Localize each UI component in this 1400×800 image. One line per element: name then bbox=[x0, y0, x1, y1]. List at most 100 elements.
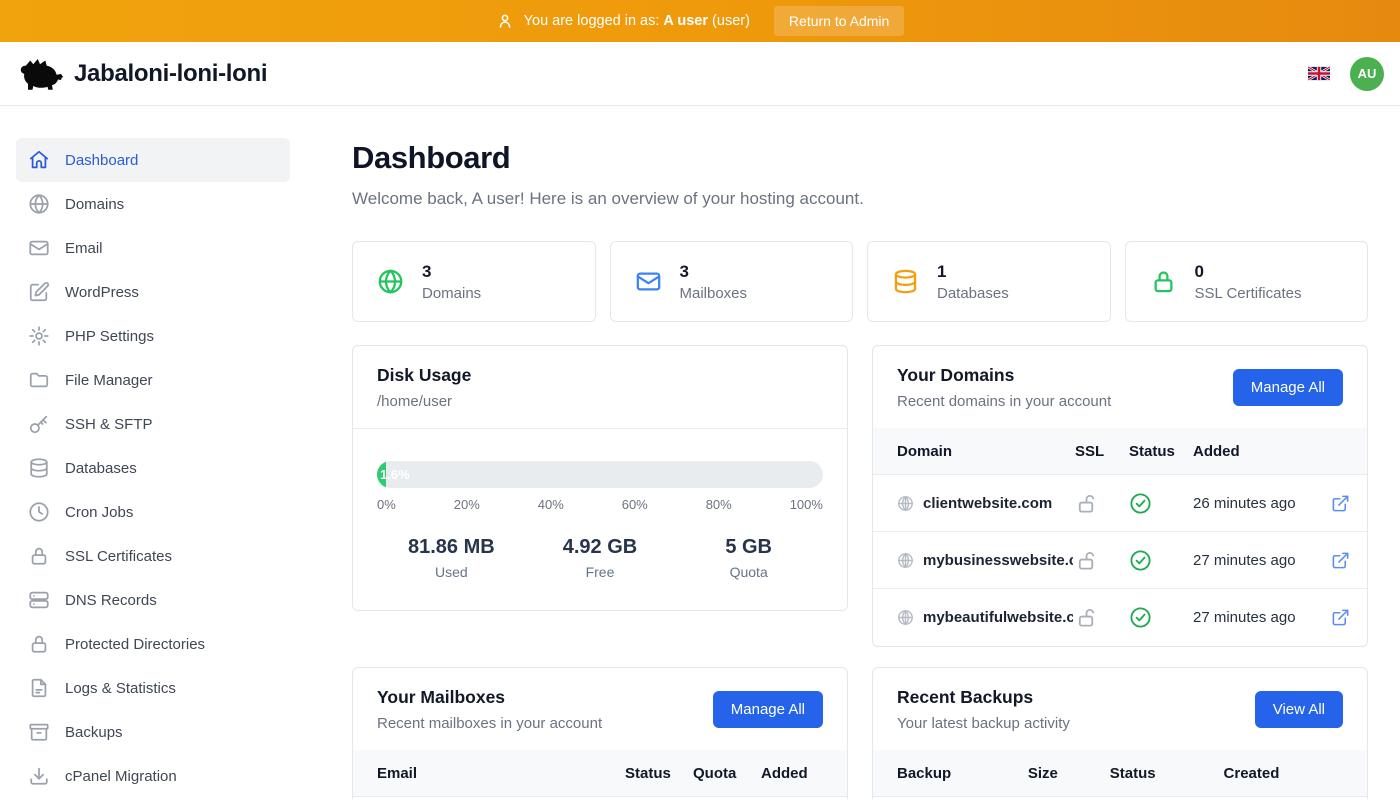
tick-label: 0% bbox=[377, 497, 396, 512]
external-link-icon[interactable] bbox=[1331, 608, 1353, 627]
disk-used: 81.86 MB Used bbox=[377, 536, 526, 580]
sidebar-item-file-manager[interactable]: File Manager bbox=[16, 358, 290, 402]
sidebar-item-dashboard[interactable]: Dashboard bbox=[16, 138, 290, 182]
sidebar-item-wordpress[interactable]: WordPress bbox=[16, 270, 290, 314]
lock-icon bbox=[1150, 268, 1177, 295]
mail-icon bbox=[28, 237, 50, 259]
sidebar-item-ssl-certificates[interactable]: SSL Certificates bbox=[16, 534, 290, 578]
sidebar-item-dns-records[interactable]: DNS Records bbox=[16, 578, 290, 622]
sidebar-item-backups[interactable]: Backups bbox=[16, 710, 290, 754]
sidebar-item-label: Domains bbox=[65, 196, 124, 213]
your-mailboxes-card: Your Mailboxes Recent mailboxes in your … bbox=[352, 667, 848, 799]
sidebar-item-databases[interactable]: Databases bbox=[16, 446, 290, 490]
ssl-unlock-icon bbox=[1075, 492, 1127, 515]
stat-value: 1 bbox=[937, 262, 1009, 282]
logged-in-message: You are logged in as: A user (user) bbox=[524, 13, 750, 29]
edit-icon bbox=[28, 281, 50, 303]
sidebar-item-label: cPanel Migration bbox=[65, 768, 177, 785]
sidebar-item-ssh-sftp[interactable]: SSH & SFTP bbox=[16, 402, 290, 446]
sidebar-item-label: SSH & SFTP bbox=[65, 416, 153, 433]
archive-icon bbox=[28, 721, 50, 743]
stat-card-mailboxes: 3 Mailboxes bbox=[610, 241, 854, 322]
sidebar-item-label: WordPress bbox=[65, 284, 139, 301]
backups-table-header: Backup Size Status Created bbox=[873, 750, 1367, 797]
ssl-unlock-icon bbox=[1075, 549, 1127, 572]
disk-progress-bar: 1.6% bbox=[377, 461, 823, 488]
your-mailboxes-title: Your Mailboxes bbox=[377, 687, 602, 708]
column-header: Quota bbox=[693, 765, 761, 782]
domain-name: mybusinesswebsite.com bbox=[923, 552, 1073, 569]
return-to-admin-button[interactable]: Return to Admin bbox=[774, 6, 904, 36]
stat-label: Domains bbox=[422, 285, 481, 302]
main-content: Dashboard Welcome back, A user! Here is … bbox=[305, 106, 1400, 799]
app-header: Jabaloni-loni-loni AU bbox=[0, 42, 1400, 106]
disk-free: 4.92 GB Free bbox=[526, 536, 675, 580]
domain-name: clientwebsite.com bbox=[923, 495, 1052, 512]
key-icon bbox=[28, 413, 50, 435]
sidebar-item-email[interactable]: Email bbox=[16, 226, 290, 270]
external-link-icon[interactable] bbox=[1331, 494, 1353, 513]
stat-cards: 3 Domains 3 Mailboxes 1 Databases bbox=[352, 241, 1368, 322]
sidebar-item-logs-statistics[interactable]: Logs & Statistics bbox=[16, 666, 290, 710]
sidebar-item-domains[interactable]: Domains bbox=[16, 182, 290, 226]
ssl-unlock-icon bbox=[1075, 606, 1127, 629]
tick-label: 60% bbox=[622, 497, 648, 512]
folder-icon bbox=[28, 369, 50, 391]
column-header: Email bbox=[377, 765, 625, 782]
database-icon bbox=[892, 268, 919, 295]
welcome-text: Welcome back, A user! Here is an overvie… bbox=[352, 189, 1368, 209]
sidebar-item-label: Databases bbox=[65, 460, 137, 477]
tick-label: 20% bbox=[454, 497, 480, 512]
sidebar-item-label: Email bbox=[65, 240, 103, 257]
sidebar: Dashboard Domains Email WordPress PHP Se… bbox=[0, 106, 305, 799]
disk-scale: 0% 20% 40% 60% 80% 100% bbox=[377, 497, 823, 512]
view-all-backups-button[interactable]: View All bbox=[1255, 691, 1343, 728]
your-domains-title: Your Domains bbox=[897, 365, 1111, 386]
domain-added: 27 minutes ago bbox=[1193, 609, 1329, 626]
recent-backups-subtitle: Your latest backup activity bbox=[897, 715, 1070, 732]
tick-label: 100% bbox=[790, 497, 823, 512]
column-header: Status bbox=[1110, 765, 1224, 782]
impersonation-banner: You are logged in as: A user (user) Retu… bbox=[0, 0, 1400, 42]
your-mailboxes-subtitle: Recent mailboxes in your account bbox=[377, 715, 602, 732]
sidebar-item-protected-directories[interactable]: Protected Directories bbox=[16, 622, 290, 666]
disk-usage-title: Disk Usage bbox=[377, 365, 823, 386]
globe-icon bbox=[897, 552, 914, 569]
manage-all-mailboxes-button[interactable]: Manage All bbox=[713, 691, 823, 728]
external-link-icon[interactable] bbox=[1331, 551, 1353, 570]
disk-usage-card: Disk Usage /home/user 1.6% 0% 20% 40% 60… bbox=[352, 345, 848, 611]
column-header: SSL bbox=[1075, 443, 1127, 460]
domains-table-header: Domain SSL Status Added bbox=[873, 428, 1367, 475]
sidebar-item-php-settings[interactable]: PHP Settings bbox=[16, 314, 290, 358]
tick-label: 80% bbox=[706, 497, 732, 512]
stat-label: Mailboxes bbox=[680, 285, 748, 302]
database-icon bbox=[28, 457, 50, 479]
sidebar-item-cron-jobs[interactable]: Cron Jobs bbox=[16, 490, 290, 534]
disk-usage-path: /home/user bbox=[377, 393, 823, 410]
logged-in-role: (user) bbox=[712, 13, 750, 29]
column-header: Backup bbox=[897, 765, 1028, 782]
avatar[interactable]: AU bbox=[1350, 57, 1384, 91]
home-icon bbox=[28, 149, 50, 171]
stat-card-databases: 1 Databases bbox=[867, 241, 1111, 322]
uk-flag-icon[interactable] bbox=[1308, 66, 1330, 81]
status-check-icon bbox=[1129, 606, 1191, 629]
sidebar-item-label: PHP Settings bbox=[65, 328, 154, 345]
stat-value: 3 bbox=[680, 262, 748, 282]
column-header: Size bbox=[1028, 765, 1110, 782]
column-header: Created bbox=[1224, 765, 1343, 782]
brand-title: Jabaloni-loni-loni bbox=[74, 60, 267, 88]
sidebar-item-label: Cron Jobs bbox=[65, 504, 133, 521]
sidebar-item-cpanel-migration[interactable]: cPanel Migration bbox=[16, 754, 290, 798]
stat-card-domains: 3 Domains bbox=[352, 241, 596, 322]
sidebar-item-label: Protected Directories bbox=[65, 636, 205, 653]
clock-icon bbox=[28, 501, 50, 523]
mail-icon bbox=[635, 268, 662, 295]
stat-label: SSL Certificates bbox=[1195, 285, 1302, 302]
sidebar-item-label: Dashboard bbox=[65, 152, 138, 169]
column-header: Status bbox=[625, 765, 693, 782]
recent-backups-card: Recent Backups Your latest backup activi… bbox=[872, 667, 1368, 799]
stat-card-ssl-certificates: 0 SSL Certificates bbox=[1125, 241, 1369, 322]
download-icon bbox=[28, 765, 50, 787]
manage-all-domains-button[interactable]: Manage All bbox=[1233, 369, 1343, 406]
